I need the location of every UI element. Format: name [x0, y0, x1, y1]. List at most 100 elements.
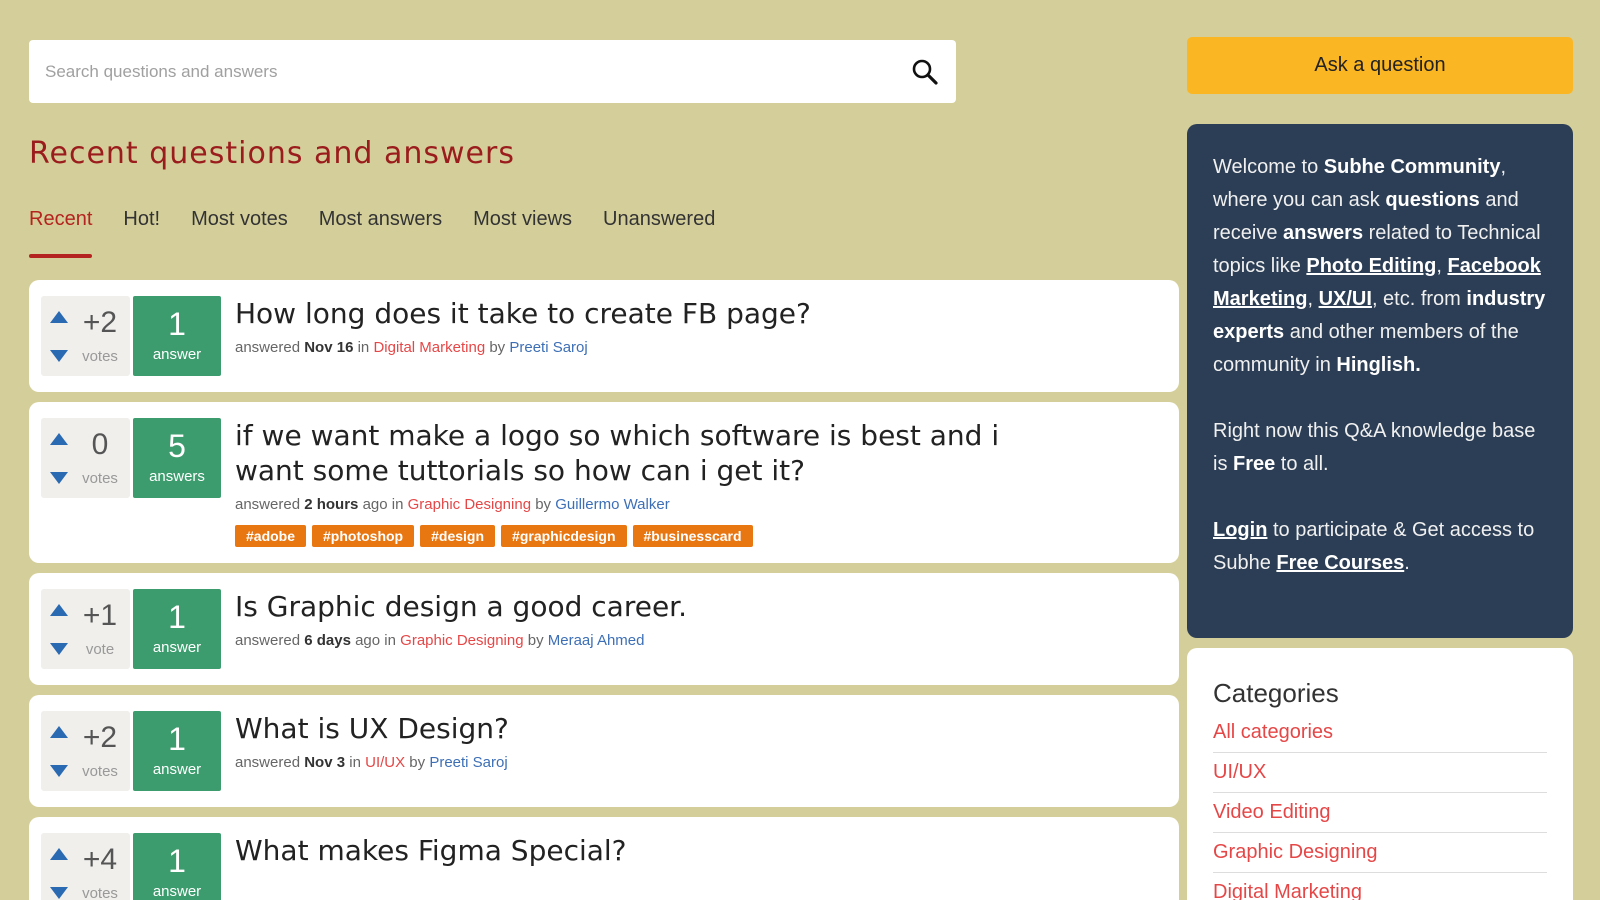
tab-recent[interactable]: Recent [29, 206, 93, 258]
meta-when-suffix: ago [355, 632, 381, 649]
tab-unanswered[interactable]: Unanswered [603, 206, 715, 258]
meta-when[interactable]: Nov 16 [304, 339, 353, 356]
answer-count: 1 [168, 306, 186, 342]
tab-hot[interactable]: Hot! [123, 206, 160, 258]
vote-count: +1 [82, 599, 118, 632]
meta-user-link[interactable]: Preeti Saroj [429, 754, 507, 771]
language: Hinglish. [1336, 354, 1421, 376]
welcome-text: , [1436, 255, 1448, 277]
question-title[interactable]: if we want make a logo so which software… [235, 418, 1025, 488]
category-video-editing[interactable]: Video Editing [1213, 793, 1547, 833]
question-title[interactable]: Is Graphic design a good career. [235, 589, 1025, 624]
meta-in: in [384, 632, 396, 649]
meta-when[interactable]: 2 hours [304, 496, 358, 513]
topic-link-ux-ui[interactable]: UX/UI [1319, 288, 1372, 310]
welcome-paragraph: Welcome to Subhe Community, where you ca… [1213, 151, 1547, 382]
answer-count: 1 [168, 843, 186, 879]
search-bar [29, 40, 956, 103]
meta-user-link[interactable]: Meraaj Ahmed [548, 632, 645, 649]
tag-photoshop[interactable]: #photoshop [312, 525, 415, 547]
question-item: +2 votes 1 answer How long does it take … [29, 280, 1179, 392]
tab-most-votes[interactable]: Most votes [191, 206, 288, 258]
answer-count-box: 1 answer [133, 589, 221, 669]
question-title[interactable]: What makes Figma Special? [235, 833, 1025, 868]
meta-when[interactable]: 6 days [304, 632, 351, 649]
topic-link-photo-editing[interactable]: Photo Editing [1306, 255, 1436, 277]
upvote-icon[interactable] [50, 848, 68, 860]
meta-prefix: answered [235, 754, 301, 771]
welcome-text: , etc. from [1371, 288, 1467, 310]
category-ui-ux[interactable]: UI/UX [1213, 753, 1547, 793]
welcome-paragraph: Right now this Q&A knowledge base is Fre… [1213, 415, 1547, 481]
vote-count: +2 [82, 306, 118, 339]
page-title: Recent questions and answers [29, 136, 515, 171]
vote-box: +2 votes [41, 296, 130, 376]
category-digital-marketing[interactable]: Digital Marketing [1213, 873, 1547, 900]
meta-prefix: answered [235, 339, 301, 356]
meta-category-link[interactable]: Digital Marketing [373, 339, 485, 356]
vote-label: vote [85, 641, 115, 658]
answer-count-box: 5 answers [133, 418, 221, 498]
login-link[interactable]: Login [1213, 519, 1267, 541]
tab-bar: Recent Hot! Most votes Most answers Most… [29, 206, 746, 258]
question-list: +2 votes 1 answer How long does it take … [29, 280, 1179, 900]
welcome-text: Welcome to [1213, 156, 1324, 178]
page: Recent questions and answers Recent Hot!… [0, 0, 1600, 900]
question-title[interactable]: What is UX Design? [235, 711, 1025, 746]
answer-count: 1 [168, 599, 186, 635]
tag-design[interactable]: #design [420, 525, 496, 547]
main-column: Recent questions and answers Recent Hot!… [29, 0, 1179, 900]
vote-label: votes [82, 348, 118, 365]
question-meta: answered Nov 16 in Digital Marketing by … [235, 339, 1167, 356]
question-body: Is Graphic design a good career. answere… [235, 589, 1167, 669]
meta-by: by [409, 754, 426, 771]
upvote-icon[interactable] [50, 726, 68, 738]
search-icon[interactable] [908, 55, 942, 89]
downvote-icon[interactable] [50, 350, 68, 362]
upvote-icon[interactable] [50, 433, 68, 445]
upvote-icon[interactable] [50, 311, 68, 323]
meta-user-link[interactable]: Guillermo Walker [555, 496, 669, 513]
category-all[interactable]: All categories [1213, 713, 1547, 753]
question-meta: answered 2 hours ago in Graphic Designin… [235, 496, 1167, 513]
welcome-text: , [1307, 288, 1319, 310]
vote-box: 0 votes [41, 418, 130, 498]
community-name: Subhe Community [1323, 156, 1501, 178]
meta-in: in [357, 339, 370, 356]
vote-count: +2 [82, 721, 118, 754]
upvote-icon[interactable] [50, 604, 68, 616]
meta-prefix: answered [235, 496, 301, 513]
answer-count-box: 1 answer [133, 833, 221, 900]
meta-category-link[interactable]: UI/UX [365, 754, 405, 771]
category-graphic-designing[interactable]: Graphic Designing [1213, 833, 1547, 873]
ask-question-button[interactable]: Ask a question [1187, 37, 1573, 94]
meta-in: in [391, 496, 404, 513]
tab-most-views[interactable]: Most views [473, 206, 572, 258]
search-input[interactable] [45, 61, 908, 82]
tag-businesscard[interactable]: #businesscard [632, 525, 753, 547]
answer-label: answer [152, 639, 202, 656]
downvote-icon[interactable] [50, 887, 68, 899]
meta-when[interactable]: Nov 3 [304, 754, 345, 771]
meta-by: by [489, 339, 506, 356]
categories-panel: Categories All categories UI/UX Video Ed… [1187, 648, 1573, 900]
downvote-icon[interactable] [50, 643, 68, 655]
meta-category-link[interactable]: Graphic Designing [400, 632, 523, 649]
question-title[interactable]: How long does it take to create FB page? [235, 296, 1025, 331]
question-item: 0 votes 5 answers if we want make a logo… [29, 402, 1179, 563]
tab-most-answers[interactable]: Most answers [319, 206, 442, 258]
meta-user-link[interactable]: Preeti Saroj [509, 339, 587, 356]
downvote-icon[interactable] [50, 472, 68, 484]
question-meta: answered 6 days ago in Graphic Designing… [235, 632, 1167, 649]
free-courses-link[interactable]: Free Courses [1276, 552, 1404, 574]
meta-category-link[interactable]: Graphic Designing [408, 496, 531, 513]
answer-label: answer [152, 346, 202, 363]
downvote-icon[interactable] [50, 765, 68, 777]
tag-graphicdesign[interactable]: #graphicdesign [501, 525, 627, 547]
meta-by: by [527, 632, 544, 649]
meta-when-suffix: ago [362, 496, 388, 513]
categories-title: Categories [1213, 678, 1339, 708]
question-item: +4 votes 1 answer What makes Figma Speci… [29, 817, 1179, 900]
tag-adobe[interactable]: #adobe [235, 525, 307, 547]
vote-label: votes [82, 470, 118, 487]
